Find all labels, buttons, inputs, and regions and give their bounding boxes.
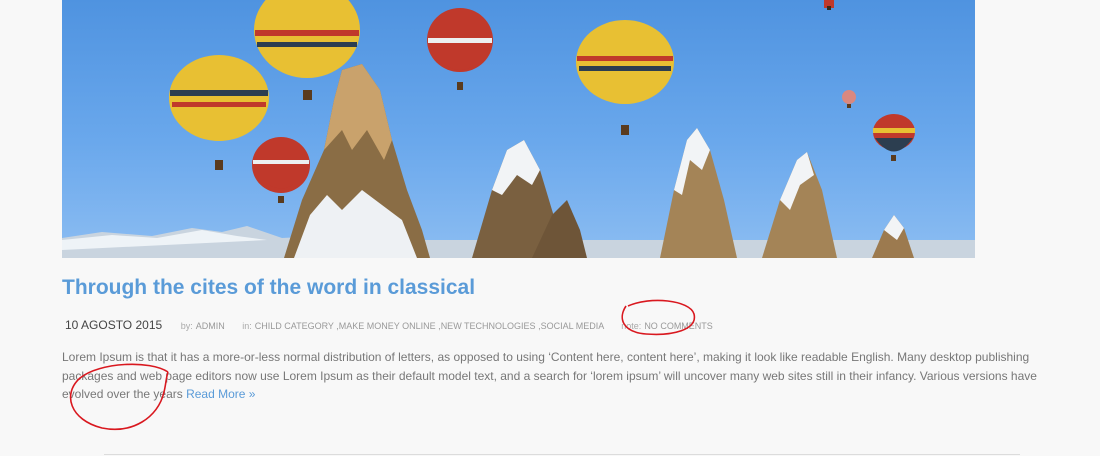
category-link[interactable]: NEW TECHNOLOGIES	[441, 321, 536, 331]
category-link[interactable]: SOCIAL MEDIA	[541, 321, 604, 331]
categories-group: in: CHILD CATEGORY ,MAKE MONEY ONLINE ,NE…	[242, 321, 606, 331]
note-label: note:	[621, 321, 642, 331]
by-label: by:	[180, 321, 193, 331]
read-more-link[interactable]: Read More »	[186, 387, 255, 401]
in-label: in:	[242, 321, 252, 331]
post-meta: 10 AGOSTO 2015 by: ADMIN in: CHILD CATEGOR…	[65, 318, 728, 332]
divider	[104, 454, 1020, 455]
category-link[interactable]: CHILD CATEGORY	[255, 321, 334, 331]
author-link[interactable]: ADMIN	[196, 321, 225, 331]
post-title[interactable]: Through the cites of the word in classic…	[62, 276, 475, 300]
balloons-landscape-illustration	[62, 0, 975, 258]
category-link[interactable]: MAKE MONEY ONLINE	[339, 321, 436, 331]
featured-image[interactable]	[62, 0, 975, 258]
comments-link[interactable]: NO COMMENTS	[644, 321, 713, 331]
post-excerpt: Lorem Ipsum is that it has a more-or-les…	[62, 348, 1042, 404]
author-group: by: ADMIN	[181, 321, 228, 331]
post-date: 10 AGOSTO 2015	[65, 318, 163, 332]
comments-group: note: NO COMMENTS	[621, 321, 713, 331]
